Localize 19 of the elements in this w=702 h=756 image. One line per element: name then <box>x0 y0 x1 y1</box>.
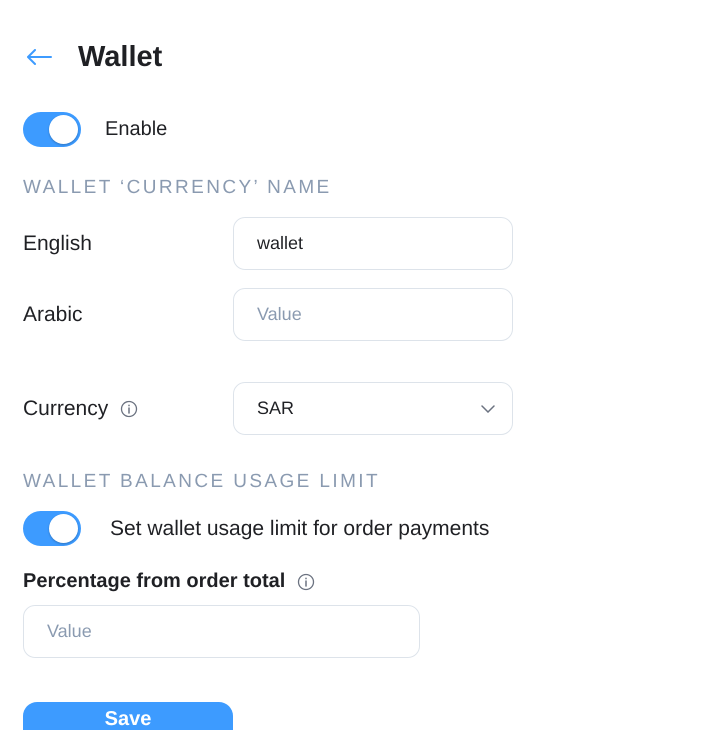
toggle-label: Set wallet usage limit for order payments <box>110 516 490 540</box>
input-field[interactable]: wallet <box>233 217 513 270</box>
page-title: Wallet <box>78 40 162 74</box>
input-field[interactable]: Value <box>23 605 420 658</box>
section-heading: WALLET ‘CURRENCY’ NAME <box>23 177 333 199</box>
field-label: Arabic <box>23 302 84 326</box>
section-heading: WALLET BALANCE USAGE LIMIT <box>23 471 381 493</box>
info-icon[interactable] <box>297 572 316 590</box>
toggle-switch[interactable] <box>23 112 81 147</box>
info-icon[interactable] <box>120 400 138 418</box>
field-label: English <box>23 232 93 256</box>
toggle-label: Enable <box>105 118 168 141</box>
chevron-down-icon <box>481 404 495 412</box>
back-arrow-icon[interactable] <box>26 49 52 65</box>
currency-dropdown[interactable]: SAR <box>233 382 513 435</box>
field-label: Percentage from order total <box>23 570 286 593</box>
field-label: Currency <box>23 396 108 420</box>
toggle-switch[interactable] <box>23 511 81 546</box>
input-field[interactable]: Value <box>233 288 513 341</box>
